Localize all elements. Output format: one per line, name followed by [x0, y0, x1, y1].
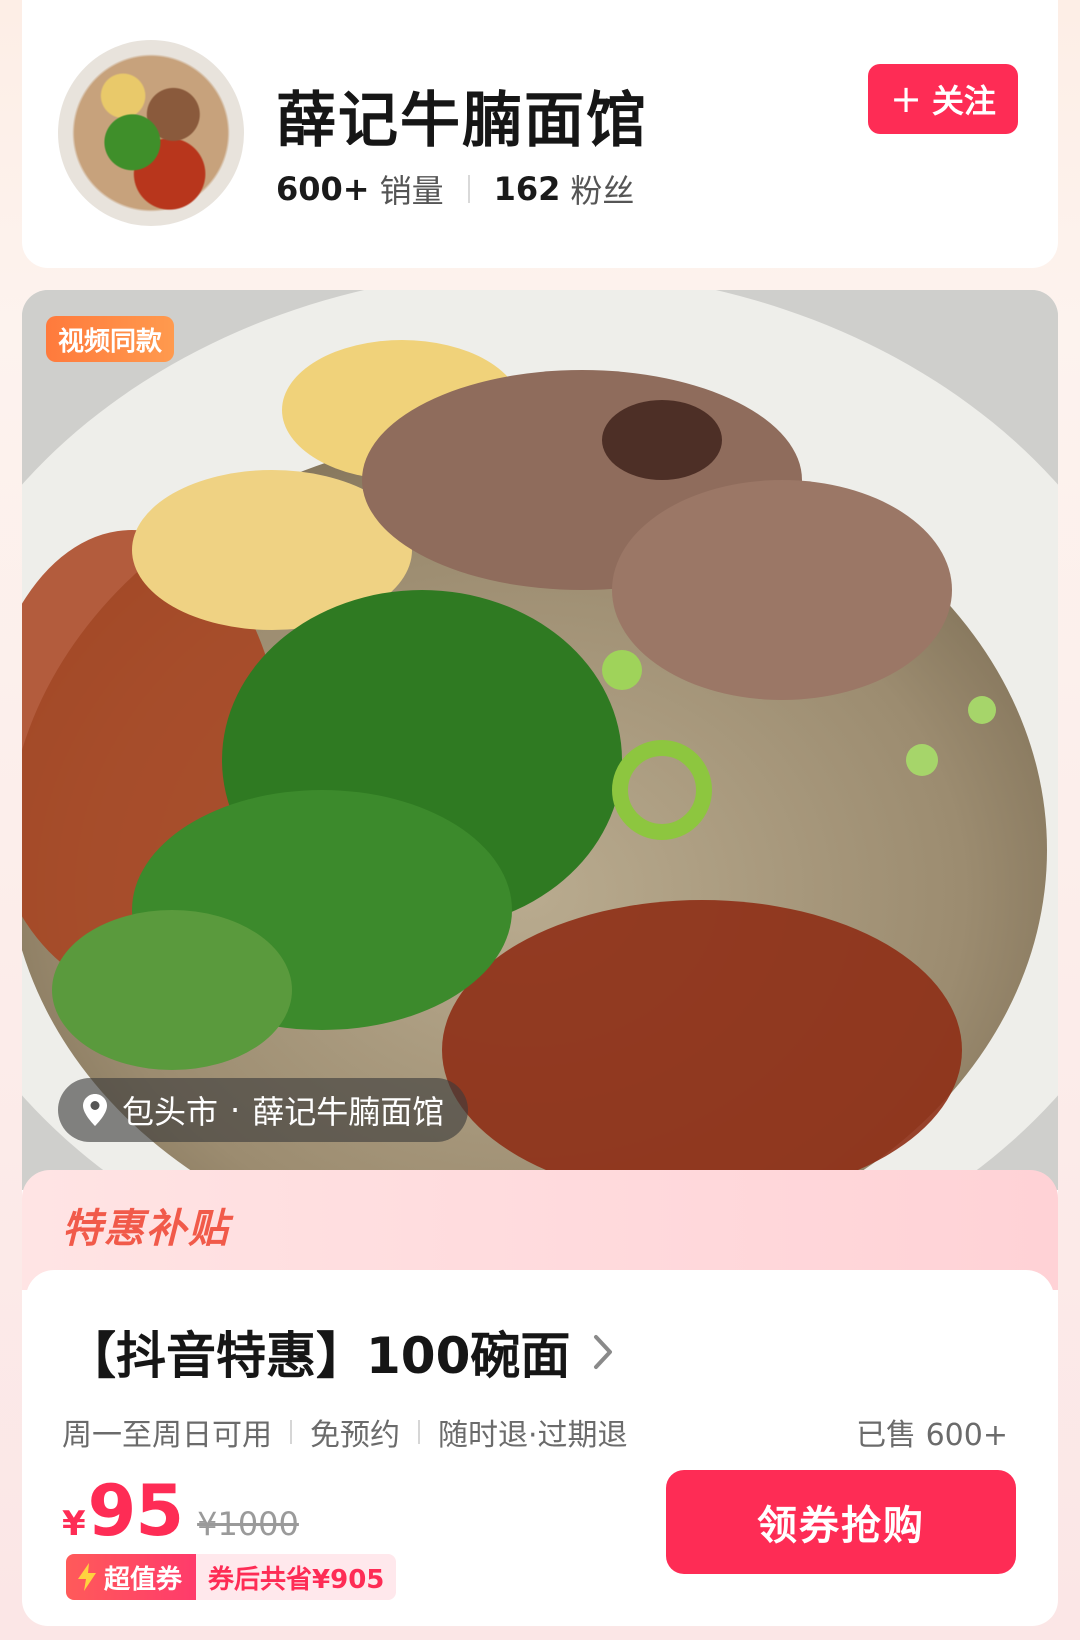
- sold-count: 已售 600+: [856, 1418, 1008, 1453]
- price-value: 95: [87, 1470, 184, 1552]
- deal-detail: 【抖音特惠】100碗面 周一至周日可用 免预约 随时退·过期退 已售 600+ …: [26, 1270, 1054, 1620]
- shop-name[interactable]: 薛记牛腩面馆: [276, 72, 648, 159]
- meta-reservation: 免预约: [310, 1418, 400, 1453]
- location-city: 包头市: [122, 1093, 219, 1131]
- claim-buy-button[interactable]: 领券抢购: [666, 1470, 1016, 1574]
- meta-availability: 周一至周日可用: [62, 1418, 272, 1453]
- location-pin-icon: [83, 1094, 107, 1126]
- follow-label: 关注: [931, 82, 996, 120]
- fans-count: 162: [493, 170, 561, 208]
- deal-title-text: 【抖音特惠】100碗面: [66, 1327, 571, 1385]
- noodle-bowl-illustration: [22, 290, 1058, 1190]
- deal-meta: 周一至周日可用 免预约 随时退·过期退 已售 600+: [62, 1410, 1008, 1454]
- coupon-saving: 券后共省¥905: [196, 1554, 397, 1600]
- fans-label: 粉丝: [570, 172, 635, 210]
- meta-divider: [290, 1420, 292, 1444]
- plus-icon: +: [890, 77, 922, 121]
- product-image[interactable]: 视频同款 包头市 · 薛记牛腩面馆: [22, 290, 1058, 1190]
- stat-divider: [467, 175, 470, 203]
- shop-stats: 600+ 销量 162 粉丝: [276, 166, 634, 212]
- location-separator: ·: [230, 1091, 241, 1129]
- coupon-label: 超值券: [104, 1564, 183, 1595]
- subsidy-title: 特惠补贴: [62, 1206, 230, 1252]
- coupon-label-box: 超值券: [66, 1554, 197, 1600]
- coupon-badge[interactable]: 超值券 券后共省¥905: [66, 1554, 397, 1600]
- follow-button[interactable]: + 关注: [868, 64, 1018, 134]
- lightning-icon: [78, 1563, 96, 1591]
- location-shop: 薛记牛腩面馆: [252, 1093, 445, 1131]
- original-price: ¥1000: [197, 1505, 299, 1543]
- same-video-badge: 视频同款: [46, 316, 175, 362]
- chevron-right-icon: [594, 1335, 613, 1369]
- shop-avatar[interactable]: [58, 40, 244, 226]
- location-pill[interactable]: 包头市 · 薛记牛腩面馆: [58, 1078, 469, 1142]
- meta-refund: 随时退·过期退: [438, 1418, 628, 1453]
- sales-label: 销量: [379, 172, 444, 210]
- price-row: ¥ 95 ¥1000: [62, 1470, 299, 1552]
- deal-title[interactable]: 【抖音特惠】100碗面: [66, 1316, 614, 1388]
- sales-count: 600+: [276, 170, 370, 208]
- meta-divider: [418, 1420, 420, 1444]
- price-currency: ¥: [62, 1504, 86, 1544]
- shop-header: 薛记牛腩面馆 600+ 销量 162 粉丝 + 关注: [22, 0, 1058, 268]
- product-card: 视频同款 包头市 · 薛记牛腩面馆 特惠补贴 【抖音特惠】100碗面 周一至周日…: [22, 290, 1058, 1626]
